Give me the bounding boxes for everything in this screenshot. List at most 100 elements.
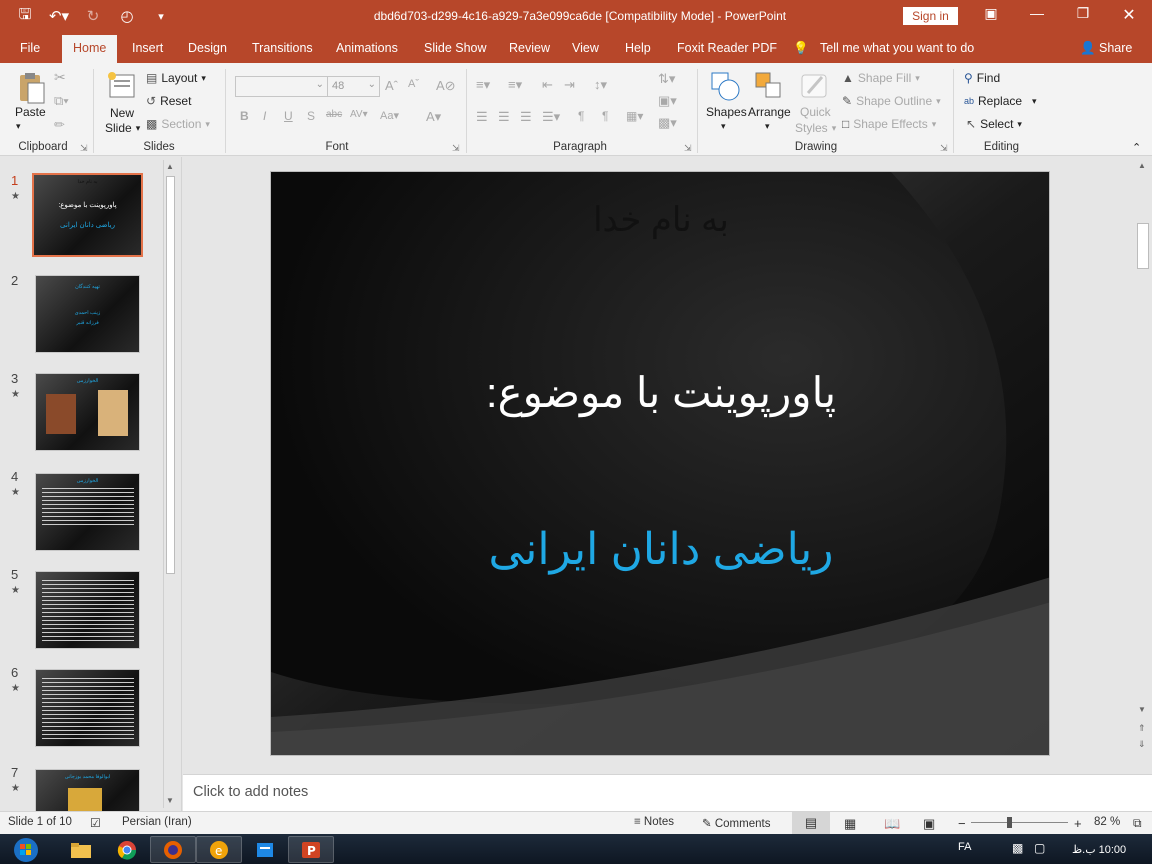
chevron-down-icon[interactable]: ▾ — [721, 121, 726, 132]
current-slide[interactable]: به نام خدا پاورپوینت با موضوع: ریاضی دان… — [270, 171, 1050, 756]
tab-insert[interactable]: Insert — [132, 41, 163, 55]
notes-pane[interactable]: Click to add notes — [183, 774, 1152, 811]
clear-formatting-icon[interactable]: A⊘ — [436, 78, 456, 94]
bold-icon[interactable]: B — [240, 109, 249, 123]
reset-button[interactable]: ↺ Reset — [146, 94, 191, 108]
slide-subtitle[interactable]: ریاضی دانان ایرانی — [271, 524, 1049, 575]
comments-toggle[interactable]: ✎ Comments — [702, 816, 770, 830]
slide-thumbnail-4[interactable]: الخوارزمی — [35, 473, 140, 551]
tab-foxit[interactable]: Foxit Reader PDF — [677, 41, 777, 55]
zoom-level[interactable]: 82 % — [1094, 816, 1120, 828]
text-shadow-icon[interactable]: S — [307, 109, 315, 123]
slide-thumbnail-6[interactable] — [35, 669, 140, 747]
share-icon[interactable]: 👤 — [1080, 41, 1096, 56]
font-name-combobox[interactable]: ⌄ — [235, 76, 328, 97]
spell-check-icon[interactable]: ☑ — [90, 816, 101, 830]
align-left-icon[interactable]: ☰ — [476, 109, 488, 125]
font-launcher-icon[interactable]: ⇲ — [452, 143, 462, 153]
slide-vertical-scrollbar[interactable]: ▲ ▼ ⇑ ⇓ — [1135, 157, 1152, 774]
scroll-down-icon[interactable]: ▼ — [166, 796, 174, 805]
present-from-beginning-icon[interactable]: ◴ — [116, 6, 138, 26]
quick-styles-icon[interactable] — [798, 69, 832, 103]
scroll-up-icon[interactable]: ▲ — [1138, 161, 1146, 170]
drawing-launcher-icon[interactable]: ⇲ — [940, 143, 950, 153]
paste-dropdown-icon[interactable]: ▾ — [16, 121, 21, 132]
bullets-icon[interactable]: ≡▾ — [476, 77, 490, 93]
increase-indent-icon[interactable]: ⇥ — [564, 77, 575, 93]
paste-button[interactable]: Paste — [15, 105, 46, 119]
sign-in-button[interactable]: Sign in — [903, 7, 958, 25]
input-language[interactable]: FA — [958, 841, 971, 853]
app-icon[interactable] — [242, 836, 288, 863]
slide-thumbnail-2[interactable]: تهیه کنندگان زینب احمدی فرزانه قنبر — [35, 275, 140, 353]
find-button[interactable]: ⚲ Find — [964, 71, 1000, 85]
smartart-icon[interactable]: ▩▾ — [658, 115, 677, 131]
slide-sorter-icon[interactable]: ▦ — [844, 816, 856, 832]
new-slide-icon[interactable] — [104, 69, 138, 103]
columns-icon[interactable]: ▦▾ — [626, 109, 643, 123]
tell-me-search[interactable]: Tell me what you want to do — [820, 41, 974, 55]
zoom-in-icon[interactable]: + — [1074, 816, 1082, 831]
layout-button[interactable]: ▤ Layout ▾ — [146, 71, 206, 85]
zoom-out-icon[interactable]: − — [958, 816, 966, 831]
close-button[interactable]: ✕ — [1118, 5, 1140, 25]
decrease-indent-icon[interactable]: ⇤ — [542, 77, 553, 93]
scroll-up-icon[interactable]: ▲ — [166, 162, 174, 171]
justify-icon[interactable]: ☰▾ — [542, 109, 560, 125]
save-icon[interactable]: 🖫 — [14, 6, 36, 26]
language-indicator[interactable]: Persian (Iran) — [122, 816, 192, 828]
fit-slide-icon[interactable]: ⧉ — [1133, 816, 1142, 831]
chevron-down-icon[interactable]: ▾ — [765, 121, 770, 132]
clock[interactable]: 10:00 ب.ظ — [1072, 843, 1126, 856]
tab-slideshow[interactable]: Slide Show — [424, 41, 487, 55]
action-center-icon[interactable]: ▢ — [1034, 841, 1045, 855]
redo-icon[interactable]: ↻ — [82, 6, 104, 26]
align-center-icon[interactable]: ☰ — [498, 109, 510, 125]
start-button[interactable] — [4, 836, 48, 863]
chrome-icon[interactable] — [104, 836, 150, 863]
scroll-down-icon[interactable]: ▼ — [1138, 705, 1146, 714]
replace-button[interactable]: ab Replace ▾ — [964, 94, 1037, 108]
customize-qat-icon[interactable]: ▾ — [150, 6, 172, 26]
cut-icon[interactable]: ✂ — [54, 69, 66, 86]
share-button[interactable]: Share — [1099, 41, 1132, 55]
quick-styles-label-2[interactable]: Styles ▾ — [795, 121, 836, 135]
select-button[interactable]: ↖ Select ▾ — [966, 117, 1022, 131]
new-slide-label-2[interactable]: Slide ▾ — [105, 121, 140, 135]
align-text-icon[interactable]: ▣▾ — [658, 93, 677, 109]
firefox-icon[interactable] — [150, 836, 196, 863]
thumbnails-scrollbar[interactable]: ▲ ▼ — [163, 160, 177, 808]
tab-file[interactable]: File — [20, 41, 40, 55]
slideshow-view-icon[interactable]: ▣ — [923, 816, 935, 832]
align-right-icon[interactable]: ☰ — [520, 109, 532, 125]
undo-icon[interactable]: ↶▾ — [48, 6, 70, 26]
browser-icon[interactable]: e — [196, 836, 242, 863]
tab-help[interactable]: Help — [625, 41, 651, 55]
clipboard-launcher-icon[interactable]: ⇲ — [80, 143, 90, 153]
numbering-icon[interactable]: ≡▾ — [508, 77, 522, 93]
section-button[interactable]: ▩ Section ▾ — [146, 117, 210, 131]
decrease-font-icon[interactable]: Aˇ — [408, 78, 419, 90]
tab-design[interactable]: Design — [188, 41, 227, 55]
ribbon-display-options-icon[interactable]: ▣ — [980, 5, 1002, 25]
tab-animations[interactable]: Animations — [336, 41, 398, 55]
shape-effects-button[interactable]: □ Shape Effects ▾ — [842, 117, 936, 131]
slide-title-line-1[interactable]: به نام خدا — [271, 200, 1049, 240]
change-case-icon[interactable]: Aa▾ — [380, 109, 399, 122]
rtl-icon[interactable]: ¶ — [602, 109, 608, 123]
slide-thumbnail-5[interactable] — [35, 571, 140, 649]
shapes-button[interactable]: Shapes — [706, 105, 747, 119]
tab-review[interactable]: Review — [509, 41, 550, 55]
paragraph-launcher-icon[interactable]: ⇲ — [684, 143, 694, 153]
line-spacing-icon[interactable]: ↕▾ — [594, 77, 607, 93]
previous-slide-icon[interactable]: ⇑ — [1138, 723, 1146, 734]
normal-view-icon[interactable]: ▤ — [792, 812, 830, 834]
new-slide-label-1[interactable]: New — [110, 106, 134, 120]
tab-view[interactable]: View — [572, 41, 599, 55]
slide-title-line-2[interactable]: پاورپوینت با موضوع: — [271, 368, 1049, 417]
slide-thumbnail-7[interactable]: ابوالوفا محمد بوزجانی — [35, 769, 140, 811]
next-slide-icon[interactable]: ⇓ — [1138, 739, 1146, 750]
scrollbar-thumb[interactable] — [166, 176, 175, 574]
shape-outline-button[interactable]: ✎ Shape Outline ▾ — [842, 94, 941, 108]
network-icon[interactable]: ▩ — [1012, 841, 1023, 855]
